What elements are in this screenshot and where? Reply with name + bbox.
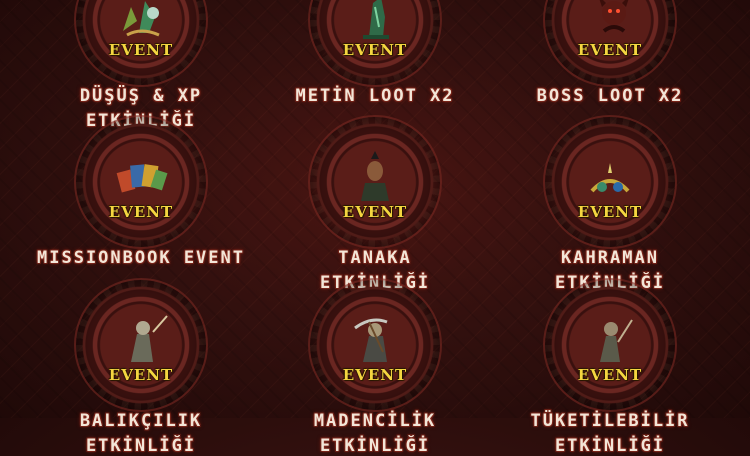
multiplier-badge: x2 <box>547 0 567 2</box>
metin-stone-icon <box>363 0 389 39</box>
event-title-line1: TANAKA <box>338 248 412 268</box>
event-title-line1: METİN LOOT X2 <box>295 86 455 106</box>
hero-items-icon <box>590 163 630 193</box>
event-tag: EVENT <box>108 366 174 384</box>
event-card-tuketilebilir[interactable]: EVENT TÜKETİLEBİLİR ETKİNLİĞİ <box>505 280 715 456</box>
event-title-line1: MADENCİLİK <box>313 411 437 431</box>
event-title-line1: BOSS LOOT X2 <box>536 86 684 106</box>
fisherman-icon <box>131 315 168 362</box>
multiplier-badge: x2 <box>312 0 332 2</box>
event-card-missionbook[interactable]: EVENT MISSIONBOOK EVENT <box>36 117 246 287</box>
event-tag: EVENT <box>577 366 643 384</box>
event-card-kahraman[interactable]: EVENT KAHRAMAN ETKİNLİĞİ <box>505 117 715 293</box>
miner-pickaxe-icon <box>354 318 388 362</box>
event-title-line1: MISSIONBOOK EVENT <box>37 248 245 268</box>
event-tag: EVENT <box>108 41 174 59</box>
event-card-madencilik[interactable]: EVENT MADENCİLİK ETKİNLİĞİ <box>270 280 480 456</box>
leaf-dragon-icon <box>123 1 160 37</box>
event-tag: EVENT <box>342 41 408 59</box>
event-tag: EVENT <box>342 366 408 384</box>
event-title-line1: DÜŞÜŞ & XP <box>79 86 203 106</box>
mission-books-icon <box>116 164 168 193</box>
event-card-balikcilik[interactable]: EVENT BALIKÇILIK ETKİNLİĞİ <box>36 280 246 456</box>
event-title-line2: ETKİNLİĞİ <box>319 436 431 456</box>
event-tag: EVENT <box>342 203 408 221</box>
event-title-line2: ETKİNLİĞİ <box>554 436 666 456</box>
boss-demon-icon <box>599 0 629 33</box>
event-title-line1: KAHRAMAN <box>561 248 659 268</box>
consumable-figure-icon <box>600 319 633 362</box>
tanaka-warrior-icon <box>361 151 389 201</box>
event-tag: EVENT <box>577 203 643 221</box>
event-card-tanaka[interactable]: EVENT TANAKA ETKİNLİĞİ <box>270 117 480 293</box>
event-card-dusus-xp[interactable]: EVENT DÜŞÜŞ & XP ETKİNLİĞİ <box>36 0 246 131</box>
event-tag: EVENT <box>108 203 174 221</box>
event-title-line2: ETKİNLİĞİ <box>85 436 197 456</box>
event-card-metin-loot[interactable]: x2 EVENT METİN LOOT X2 <box>270 0 480 125</box>
event-tag: EVENT <box>577 41 643 59</box>
event-card-boss-loot[interactable]: x2 EVENT BOSS LOOT X2 <box>505 0 715 125</box>
event-title-line1: TÜKETİLEBİLİR <box>530 411 690 431</box>
event-title-line1: BALIKÇILIK <box>79 411 203 431</box>
